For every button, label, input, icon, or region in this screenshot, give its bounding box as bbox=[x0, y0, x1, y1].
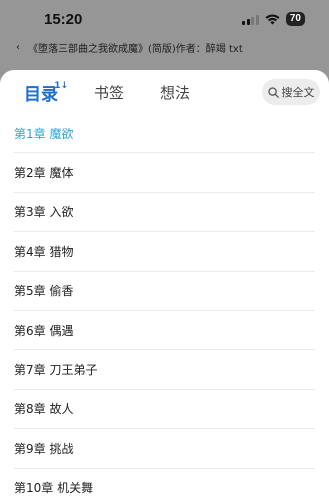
tab-bar: 目录 1↓ 书签 想法 搜全文 bbox=[0, 70, 329, 114]
battery-icon: 70 bbox=[285, 12, 305, 26]
chapter-item[interactable]: 第6章 偶遇 bbox=[14, 311, 315, 351]
chapter-item[interactable]: 第7章 刀王弟子 bbox=[14, 350, 315, 390]
tab-bookmarks-label: 书签 bbox=[94, 83, 125, 102]
chapter-item[interactable]: 第3章 入欲 bbox=[14, 193, 315, 233]
chapter-item[interactable]: 第10章 机关舞 bbox=[14, 469, 315, 500]
search-icon bbox=[267, 86, 279, 98]
search-fulltext-label: 搜全文 bbox=[281, 86, 315, 99]
signal-icon bbox=[242, 14, 259, 25]
chapter-item[interactable]: 第2章 魔体 bbox=[14, 153, 315, 193]
tab-contents[interactable]: 目录 1↓ bbox=[24, 80, 68, 105]
status-time: 15:20 bbox=[44, 10, 83, 28]
status-icons: 70 bbox=[242, 12, 305, 26]
sort-order-icon[interactable]: 1↓ bbox=[54, 81, 68, 91]
tab-notes[interactable]: 想法 bbox=[160, 82, 190, 103]
toc-sheet: 目录 1↓ 书签 想法 搜全文 第1章 魔欲 第2章 魔体 第3章 入欲 第4章… bbox=[0, 70, 329, 500]
tab-bookmarks[interactable]: 书签 bbox=[94, 82, 124, 103]
chapter-item[interactable]: 第9章 挑战 bbox=[14, 429, 315, 469]
chapter-list: 第1章 魔欲 第2章 魔体 第3章 入欲 第4章 猎物 第5章 偷香 第6章 偶… bbox=[0, 114, 329, 500]
tab-notes-label: 想法 bbox=[160, 83, 191, 102]
status-bar: 15:20 70 bbox=[0, 0, 329, 38]
chapter-item[interactable]: 第8章 故人 bbox=[14, 390, 315, 430]
search-fulltext-button[interactable]: 搜全文 bbox=[262, 79, 320, 105]
chapter-item[interactable]: 第4章 猎物 bbox=[14, 232, 315, 272]
wifi-icon bbox=[265, 13, 280, 24]
tab-contents-label: 目录 bbox=[24, 84, 58, 105]
chapter-item[interactable]: 第5章 偷香 bbox=[14, 272, 315, 311]
chapter-item-current[interactable]: 第1章 魔欲 bbox=[14, 114, 315, 154]
